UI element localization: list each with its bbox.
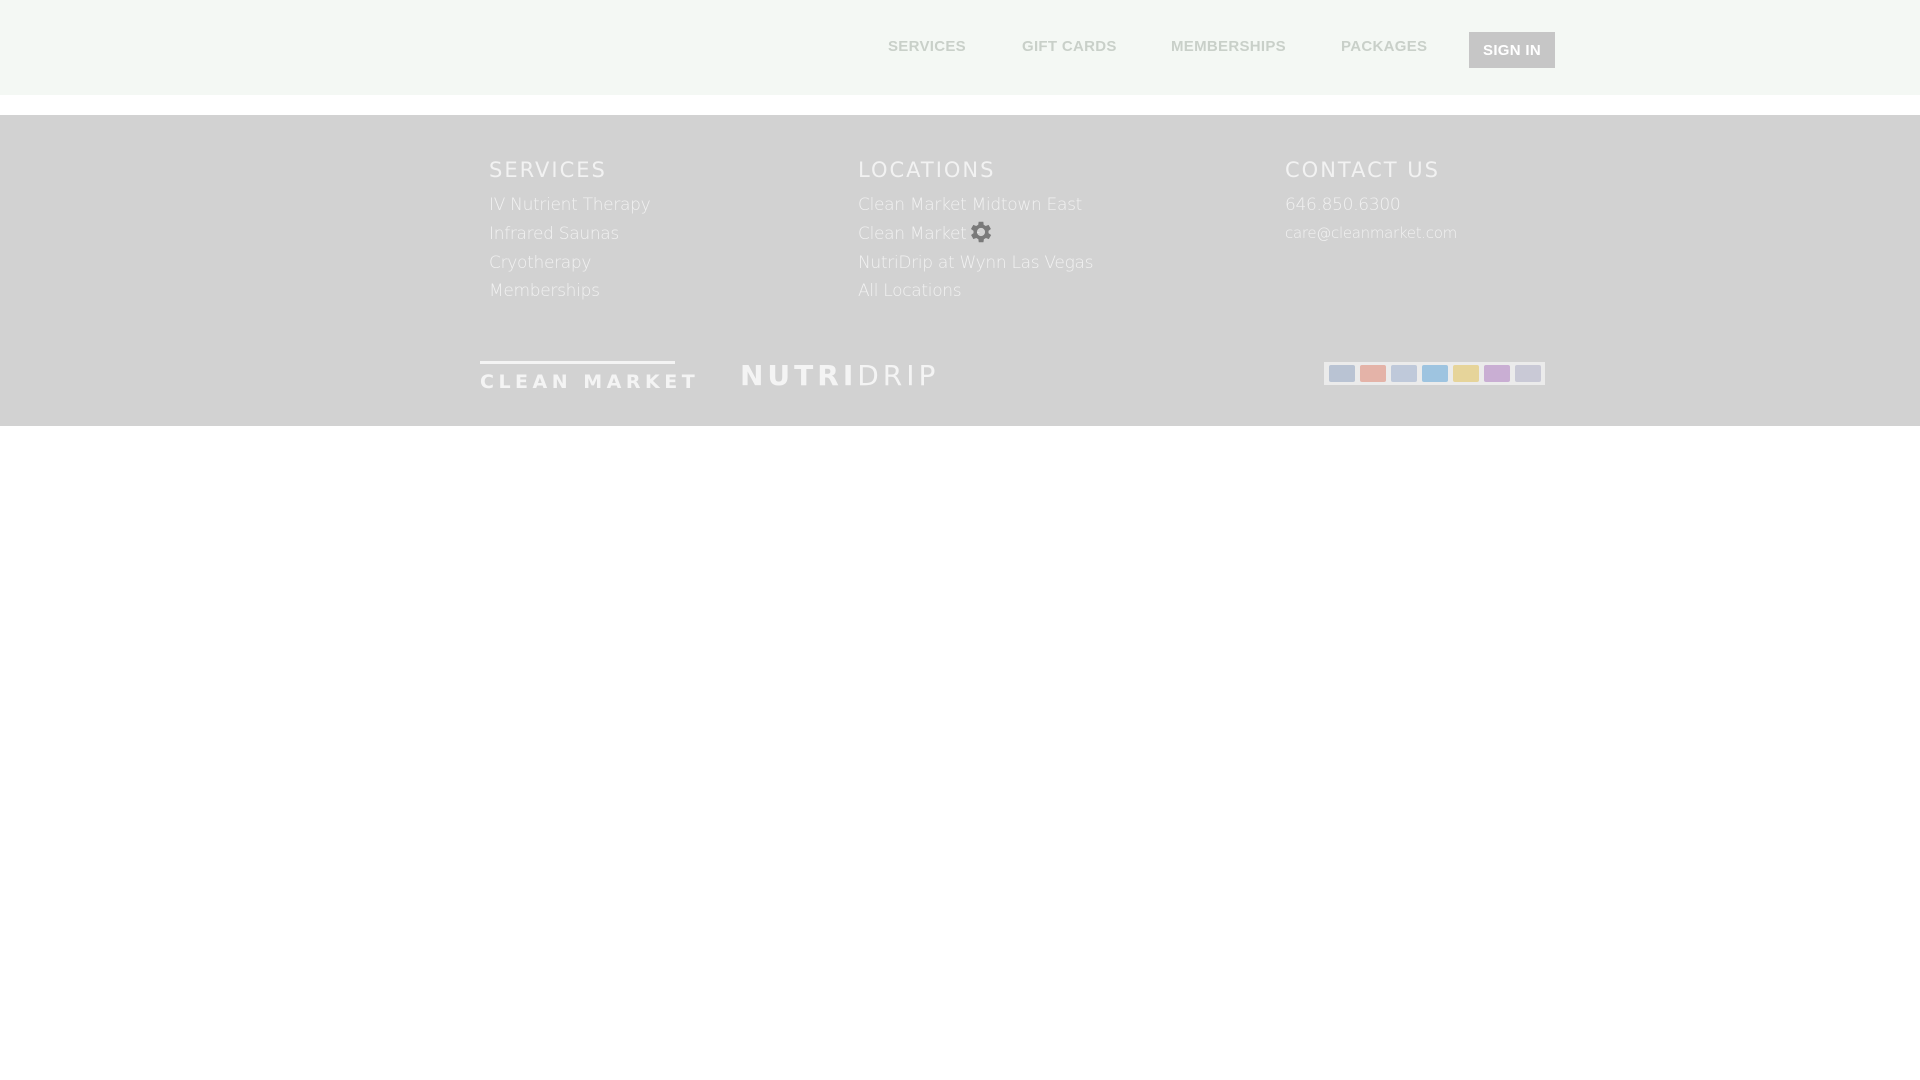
footer-link-memberships[interactable]: Memberships (489, 281, 600, 301)
footer-email-link[interactable]: care@cleanmarket.com (1285, 224, 1457, 242)
site-header: SERVICES GIFT CARDS MEMBERSHIPS PACKAGES… (0, 0, 1920, 95)
sign-in-button[interactable]: SIGN IN (1469, 32, 1555, 68)
footer-link-all-locations[interactable]: All Locations (858, 281, 962, 301)
discover-card-icon (1483, 365, 1510, 382)
nav-gift-cards[interactable]: GIFT CARDS (1022, 38, 1117, 55)
payment-methods (1324, 362, 1545, 385)
footer-link-midtown-east[interactable]: Clean Market Midtown East (858, 195, 1082, 215)
generic-card-icon (1514, 365, 1541, 382)
nutridrip-logo[interactable]: NUTRIDRIP (740, 361, 939, 391)
footer-link-nutridrip-wynn[interactable]: NutriDrip at Wynn Las Vegas (858, 253, 1093, 273)
page: SERVICES GIFT CARDS MEMBERSHIPS PACKAGES… (0, 0, 1920, 1080)
clean-market-logo[interactable]: CLEAN MARKET (480, 361, 700, 393)
clean-market-logo-text: CLEAN MARKET (480, 371, 700, 393)
footer-locations-title: LOCATIONS (858, 158, 996, 182)
visa-card-icon (1328, 365, 1355, 382)
footer-link-cryotherapy[interactable]: Cryotherapy (489, 253, 591, 273)
nutridrip-logo-bold: NUTRI (740, 359, 858, 392)
clean-market-logo-bar (480, 361, 675, 364)
footer-link-clean-market-f[interactable]: Clean Market F (858, 224, 981, 244)
gear-icon (970, 221, 992, 243)
footer-phone-link[interactable]: 646.850.6300 (1285, 195, 1401, 215)
footer-link-infrared-saunas[interactable]: Infrared Saunas (489, 224, 619, 244)
nav-services[interactable]: SERVICES (888, 38, 966, 55)
nav-memberships[interactable]: MEMBERSHIPS (1171, 38, 1286, 55)
mastercard-card-icon (1359, 365, 1386, 382)
footer-services-title: SERVICES (489, 158, 607, 182)
amex-card-icon (1421, 365, 1448, 382)
nav-packages[interactable]: PACKAGES (1341, 38, 1427, 55)
paypal-card-icon (1390, 365, 1417, 382)
footer-link-iv-nutrient-therapy[interactable]: IV Nutrient Therapy (489, 195, 651, 215)
mastercard-alt-card-icon (1452, 365, 1479, 382)
footer-contact-title: CONTACT US (1285, 158, 1440, 182)
nutridrip-logo-light: DRIP (857, 359, 940, 392)
